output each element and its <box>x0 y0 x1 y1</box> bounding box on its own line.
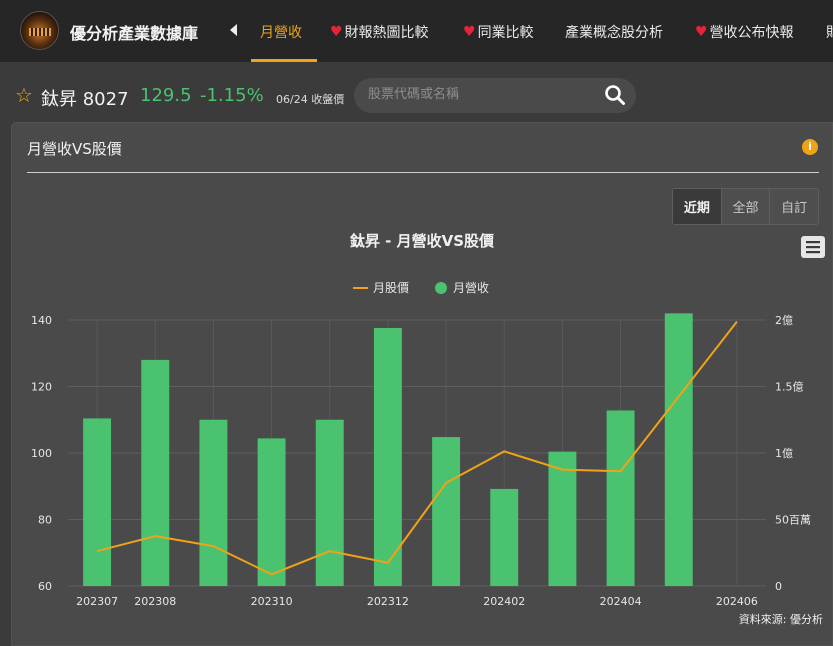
right-tick-label: 0 <box>775 580 782 593</box>
active-tab-underline <box>251 59 317 62</box>
revenue-bar[interactable] <box>490 488 519 586</box>
nav-item-financial-heatmap[interactable]: ♥ 財報熱圖比較 <box>330 22 429 42</box>
revenue-price-chart: 鈦昇 - 月營收VS股價 月股價 月營收 60 80 100 120 140 0 50百萬 1… <box>31 232 823 626</box>
price-point[interactable] <box>95 549 99 553</box>
top-navigation: 優分析產業數據庫 月營收 ♥ 財報熱圖比較 ♥ 同業比較 產業概念股分析 ♥ 營收公布… <box>0 0 833 62</box>
nav-item-monthly-revenue[interactable]: 月營收 <box>260 22 302 42</box>
price-point[interactable] <box>444 481 448 485</box>
price-point[interactable] <box>386 561 390 565</box>
left-axis-ticks: 60 80 100 120 140 <box>31 314 52 593</box>
nav-item-revenue-flash[interactable]: ♥ 營收公布快報 <box>695 22 794 42</box>
price-point[interactable] <box>270 572 274 576</box>
price-line-path <box>96 321 738 576</box>
nav-label: 財報熱圖比較 <box>344 25 429 41</box>
data-source-label: 資料來源: 優分析 <box>739 612 823 626</box>
x-tick-label: 202308 <box>134 595 176 608</box>
range-all-button[interactable]: 全部 <box>722 189 771 224</box>
revenue-bar[interactable] <box>257 438 286 586</box>
chart-grid <box>68 319 766 587</box>
left-tick-label: 60 <box>38 580 52 593</box>
left-tick-label: 100 <box>31 447 52 460</box>
price-point[interactable] <box>677 394 681 398</box>
price-point[interactable] <box>735 320 739 324</box>
range-custom-button[interactable]: 自訂 <box>770 189 818 224</box>
stock-name-code: 鈦昇 8027 <box>41 89 129 110</box>
revenue-bars <box>83 313 693 586</box>
price-line <box>95 320 739 576</box>
range-selector: 近期 全部 自訂 <box>672 188 819 225</box>
info-icon[interactable]: i <box>802 139 818 155</box>
revenue-bar[interactable] <box>315 419 344 586</box>
nav-label: 產業概念股分析 <box>565 25 663 41</box>
card-title: 月營收VS股價 <box>27 140 122 158</box>
nav-item-overflow[interactable]: 財 <box>826 22 833 42</box>
x-tick-label: 202406 <box>716 595 758 608</box>
x-tick-label: 202312 <box>367 595 409 608</box>
brand-logo[interactable] <box>20 11 59 50</box>
close-date-note: 06/24 收盤價 <box>276 93 345 106</box>
heart-icon: ♥ <box>330 24 343 40</box>
nav-item-industry-concept[interactable]: 產業概念股分析 <box>565 22 663 42</box>
brand-name[interactable]: 優分析產業數據庫 <box>70 20 198 44</box>
nav-scroll-left-icon[interactable] <box>230 24 237 36</box>
x-tick-label: 202404 <box>600 595 642 608</box>
nav-label: 財 <box>826 22 833 42</box>
range-recent-button[interactable]: 近期 <box>673 189 722 224</box>
x-tick-label: 202402 <box>483 595 525 608</box>
revenue-bar[interactable] <box>432 437 461 586</box>
price-point[interactable] <box>502 449 506 453</box>
x-tick-label: 202307 <box>76 595 118 608</box>
price-point[interactable] <box>153 534 157 538</box>
right-axis-ticks: 0 50百萬 1億 1.5億 2億 <box>775 314 811 593</box>
price-point[interactable] <box>560 468 564 472</box>
right-tick-label: 1億 <box>775 447 793 460</box>
price-point[interactable] <box>619 469 623 473</box>
x-axis-ticks: 202307 202308 202310 202312 202402 202404 2024… <box>76 595 758 608</box>
legend-revenue-label[interactable]: 月營收 <box>453 281 489 295</box>
revenue-bar[interactable] <box>199 419 228 586</box>
nav-label: 月營收 <box>260 25 302 41</box>
left-tick-label: 120 <box>31 381 52 394</box>
stock-price: 129.5 <box>140 85 192 106</box>
revenue-bar[interactable] <box>373 327 402 586</box>
right-tick-label: 50百萬 <box>775 514 811 527</box>
stock-search-box <box>354 78 636 113</box>
stock-search-input[interactable] <box>368 87 588 102</box>
x-tick-label: 202310 <box>251 595 293 608</box>
legend-price-label[interactable]: 月股價 <box>373 281 409 295</box>
stock-change: -1.15% <box>200 85 264 106</box>
revenue-bar[interactable] <box>606 410 635 586</box>
left-tick-label: 140 <box>31 314 52 327</box>
right-tick-label: 2億 <box>775 314 793 327</box>
favorite-star-icon[interactable]: ☆ <box>15 85 33 105</box>
search-icon[interactable] <box>604 84 626 106</box>
chart-title: 鈦昇 - 月營收VS股價 <box>350 232 495 250</box>
card-divider <box>27 172 819 173</box>
nav-label: 營收公布快報 <box>709 25 794 41</box>
heart-icon: ♥ <box>695 24 708 40</box>
revenue-bar[interactable] <box>548 451 577 586</box>
revenue-bar[interactable] <box>141 359 170 586</box>
revenue-bar[interactable] <box>83 418 112 586</box>
right-tick-label: 1.5億 <box>775 381 804 394</box>
nav-item-peer-compare[interactable]: ♥ 同業比較 <box>463 22 534 42</box>
legend-bar-swatch <box>435 282 447 294</box>
price-point[interactable] <box>328 549 332 553</box>
nav-label: 同業比較 <box>477 25 534 41</box>
price-point[interactable] <box>211 544 215 548</box>
heart-icon: ♥ <box>463 24 476 40</box>
left-tick-label: 80 <box>38 514 52 527</box>
revenue-bar[interactable] <box>664 313 693 586</box>
chart-legend: 月股價 月營收 <box>353 281 489 295</box>
